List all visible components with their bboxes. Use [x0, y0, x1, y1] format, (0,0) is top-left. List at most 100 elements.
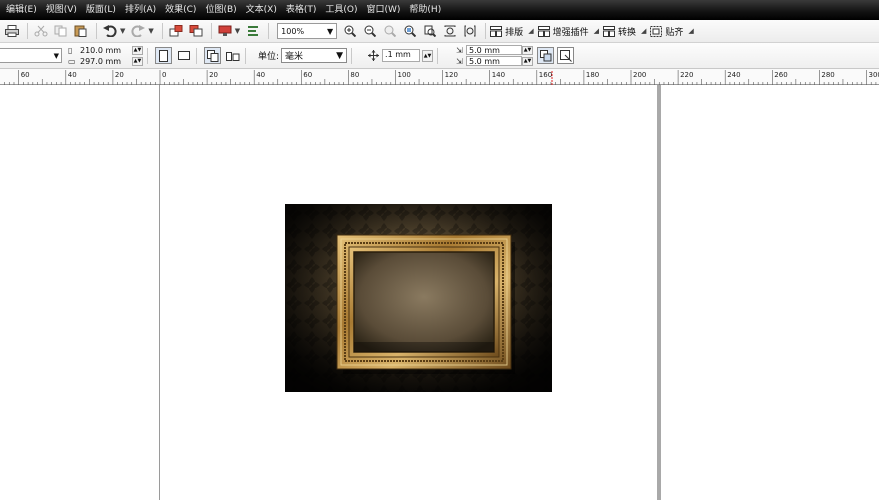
- import-button[interactable]: [167, 22, 185, 40]
- unit-select[interactable]: 毫米 ▼: [281, 48, 348, 63]
- undo-button[interactable]: [101, 22, 119, 40]
- duplicate-y-field[interactable]: 5.0 mm: [466, 56, 523, 66]
- treat-as-filled-button[interactable]: [537, 47, 555, 64]
- export-button[interactable]: [187, 22, 205, 40]
- export-icon: [189, 25, 203, 37]
- landscape-icon: [177, 51, 190, 60]
- menu-table[interactable]: 表格(T): [284, 0, 324, 20]
- drawing-canvas[interactable]: [0, 85, 879, 500]
- horizontal-ruler[interactable]: 60 40 20 0 20 40 60 80 100 120 140 160 180 200 220 240 2…: [0, 69, 879, 85]
- zoom-level-select[interactable]: 100% ▼: [277, 23, 338, 39]
- menu-window[interactable]: 窗口(W): [365, 0, 408, 20]
- toolbar-separator: [161, 23, 163, 39]
- cut-button[interactable]: [32, 22, 50, 40]
- toolbar-separator: [27, 23, 28, 39]
- unit-value: 毫米: [285, 52, 304, 62]
- ruler-label: 60: [21, 71, 30, 79]
- toolbar-separator: [485, 23, 487, 39]
- layout-plugin-label: 排版: [505, 27, 524, 38]
- page-shadow-right: [657, 85, 661, 500]
- duplicate-y-spinner[interactable]: ▲▼: [522, 56, 534, 66]
- zoom-page-icon: [424, 25, 437, 37]
- zoom-page-height-button[interactable]: [461, 22, 479, 40]
- duplicate-x-spinner[interactable]: ▲▼: [522, 45, 534, 55]
- undo-dropdown-icon[interactable]: ▼: [120, 27, 125, 35]
- layout-plugin-icon: [490, 25, 503, 37]
- redo-button[interactable]: [129, 22, 147, 40]
- menu-view[interactable]: 视图(V): [44, 0, 84, 20]
- zoom-page-width-button[interactable]: [441, 22, 459, 40]
- chevron-down-icon: ▼: [53, 52, 59, 60]
- paste-icon: [74, 25, 87, 37]
- menu-bitmaps[interactable]: 位图(B): [203, 0, 243, 20]
- page-height-field[interactable]: 297.0 mm: [78, 57, 132, 66]
- menu-layout[interactable]: 版面(L): [84, 0, 123, 20]
- enhance-plugin-button[interactable]: 增强插件: [537, 25, 589, 38]
- ruler-label: 100: [398, 71, 411, 79]
- picture-frame-image[interactable]: [285, 204, 552, 392]
- width-spinner[interactable]: ▲▼: [132, 45, 143, 55]
- snap-label: 贴齐: [665, 27, 684, 38]
- height-spinner[interactable]: ▲▼: [132, 56, 143, 66]
- application-launcher-button[interactable]: [216, 22, 234, 40]
- treat-filled-icon: [539, 49, 552, 61]
- menu-edit[interactable]: 编辑(E): [4, 0, 44, 20]
- chevron-down-icon: ▼: [336, 50, 344, 61]
- snap-icon: [650, 25, 663, 37]
- ruler-label: 20: [209, 71, 218, 79]
- ruler-scale: 60 40 20 0 20 40 60 80 100 120 140 160 180 200 220 240 2…: [4, 70, 879, 85]
- duplicate-x-field[interactable]: 5.0 mm: [466, 45, 523, 55]
- snap-dropdown-icon[interactable]: ◢: [688, 27, 693, 35]
- menu-text[interactable]: 文本(X): [244, 0, 284, 20]
- toolbar-separator: [147, 47, 148, 64]
- undo-icon: [103, 25, 117, 37]
- menu-effects[interactable]: 效果(C): [163, 0, 203, 20]
- convert-dropdown-icon[interactable]: ◢: [641, 27, 646, 35]
- menu-help[interactable]: 帮助(H): [407, 0, 448, 20]
- ruler-label: 120: [445, 71, 458, 79]
- copy-button[interactable]: [52, 22, 70, 40]
- zoom-level-value: 100%: [281, 26, 305, 36]
- page-height-icon: ▭: [68, 56, 76, 66]
- current-page-button[interactable]: [224, 47, 241, 64]
- snap-button[interactable]: 贴齐: [650, 25, 683, 38]
- menu-arrange[interactable]: 排列(A): [123, 0, 163, 20]
- convert-icon: [602, 25, 615, 37]
- page-dimensions: ▯ 210.0 mm ▲▼ ▭ 297.0 mm ▲▼: [68, 45, 143, 67]
- launcher-dropdown-icon[interactable]: ▼: [235, 27, 240, 35]
- ruler-label: 220: [680, 71, 693, 79]
- zoom-page-button[interactable]: [421, 22, 439, 40]
- chevron-down-icon: ▼: [327, 26, 334, 36]
- nudge-spinner[interactable]: ▲▼: [422, 49, 434, 62]
- ruler-label: 300: [869, 71, 879, 79]
- menu-tools[interactable]: 工具(O): [323, 0, 364, 20]
- print-button[interactable]: [3, 22, 21, 40]
- paper-type-select[interactable]: ▼: [0, 48, 62, 63]
- ruler-label: 140: [492, 71, 505, 79]
- duplicate-distance: ⇲ 5.0 mm ▲▼ ⇲ 5.0 mm ▲▼: [456, 45, 534, 67]
- zoom-in-button[interactable]: [341, 22, 359, 40]
- layout-plugin-dropdown-icon[interactable]: ◢: [528, 27, 533, 35]
- welcome-screen-button[interactable]: [244, 22, 262, 40]
- property-bar: ▼ ▯ 210.0 mm ▲▼ ▭ 297.0 mm ▲▼ 单位: 毫米 ▼ .…: [0, 43, 879, 69]
- paste-button[interactable]: [72, 22, 90, 40]
- enhance-plugin-dropdown-icon[interactable]: ◢: [594, 27, 599, 35]
- zoom-all-objects-button[interactable]: [401, 22, 419, 40]
- portrait-icon: [159, 49, 168, 62]
- redo-dropdown-icon[interactable]: ▼: [148, 27, 153, 35]
- duplicate-y-icon: ⇲: [456, 56, 463, 66]
- landscape-button[interactable]: [175, 47, 192, 64]
- nudge-distance-field[interactable]: .1 mm: [382, 49, 421, 62]
- ruler-label: 20: [115, 71, 124, 79]
- zoom-out-button[interactable]: [361, 22, 379, 40]
- all-pages-button[interactable]: [204, 47, 221, 64]
- convert-button[interactable]: 转换: [602, 25, 636, 38]
- portrait-button[interactable]: [155, 47, 172, 64]
- snap-objects-button[interactable]: [557, 47, 575, 64]
- zoom-selected-icon: [384, 25, 397, 37]
- layout-plugin-button[interactable]: 排版: [490, 25, 523, 38]
- ruler-label: 200: [633, 71, 646, 79]
- page-width-field[interactable]: 210.0 mm: [78, 46, 132, 55]
- toolbar-separator: [245, 47, 246, 64]
- zoom-selected-button[interactable]: [381, 22, 399, 40]
